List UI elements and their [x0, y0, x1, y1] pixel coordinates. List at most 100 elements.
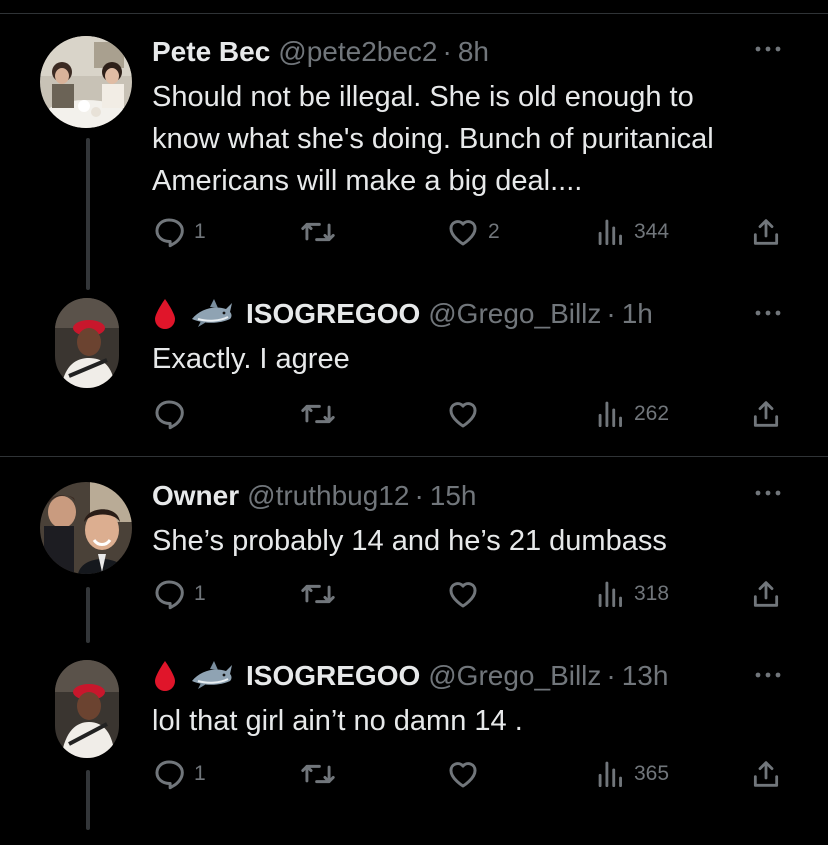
tweet-header: Owner @truthbug12 · 15h [152, 476, 477, 516]
views-icon [598, 761, 622, 788]
views-count: 318 [634, 582, 670, 605]
separator-dot: · [414, 480, 424, 511]
views-icon [598, 581, 622, 608]
timestamp[interactable]: 15h [430, 480, 477, 512]
tweet-actions: 1 2 344 [0, 212, 828, 252]
author-handle[interactable]: @Grego_Billz [428, 660, 601, 692]
avatar[interactable] [55, 298, 119, 388]
like-count: 2 [488, 220, 500, 243]
reply-icon [155, 580, 184, 610]
tweet-text: lol that girl ain’t no damn 14 . [152, 700, 523, 742]
share-icon [753, 581, 779, 607]
like-button[interactable] [446, 754, 488, 794]
reply-count: 1 [194, 762, 206, 785]
author-handle[interactable]: @truthbug12 [247, 480, 409, 512]
separator-dot: · [442, 36, 452, 67]
retweet-icon [301, 764, 335, 784]
like-button[interactable]: 2 [446, 212, 500, 252]
reply-icon [155, 218, 184, 248]
views-button[interactable]: 318 [596, 574, 669, 614]
heart-icon [449, 762, 477, 788]
timestamp[interactable]: 13h [622, 660, 669, 692]
more-options-icon[interactable] [752, 660, 784, 690]
tweet-owner[interactable]: Owner @truthbug12 · 15h She’s probably 1… [0, 476, 828, 626]
timestamp[interactable]: 1h [622, 298, 653, 330]
blood-drop-icon [152, 659, 178, 693]
share-button[interactable] [750, 394, 782, 434]
views-count: 344 [634, 220, 670, 243]
share-button[interactable] [750, 212, 782, 252]
tweet-header: ISOGREGOO @Grego_Billz · 1h [152, 294, 653, 334]
author-handle[interactable]: @pete2bec2 [278, 36, 437, 68]
reply-button[interactable] [152, 394, 194, 434]
share-icon [753, 401, 779, 427]
heart-icon [449, 220, 477, 246]
tweet-text: Exactly. I agree [152, 338, 350, 380]
views-icon [598, 401, 622, 428]
tweet-pete-bec[interactable]: Pete Bec @pete2bec2 · 8h Should not be i… [0, 32, 828, 262]
reply-icon [155, 760, 184, 790]
retweet-button[interactable] [300, 574, 344, 614]
views-count: 365 [634, 762, 670, 785]
reply-button[interactable]: 1 [152, 754, 206, 794]
share-button[interactable] [750, 754, 782, 794]
author-name[interactable]: ISOGREGOO [246, 298, 420, 330]
share-icon [753, 761, 779, 787]
tweet-text: She’s probably 14 and he’s 21 dumbass [152, 520, 667, 562]
like-button[interactable] [446, 394, 488, 434]
reply-button[interactable]: 1 [152, 574, 206, 614]
share-icon [753, 219, 779, 245]
retweet-button[interactable] [300, 212, 344, 252]
timestamp[interactable]: 8h [458, 36, 489, 68]
tweet-actions: 1 318 [0, 574, 828, 614]
views-button[interactable]: 344 [596, 212, 669, 252]
author-handle[interactable]: @Grego_Billz [428, 298, 601, 330]
heart-icon [449, 402, 477, 428]
more-options-icon[interactable] [752, 34, 784, 64]
top-divider [0, 13, 828, 14]
tweet-actions: 1 365 [0, 754, 828, 794]
tweet-header: ISOGREGOO @Grego_Billz · 13h [152, 656, 668, 696]
avatar[interactable] [55, 660, 119, 758]
retweet-icon [301, 222, 335, 242]
tweet-text-line: Should not be illegal. She is old enough… [152, 81, 694, 113]
avatar[interactable] [40, 36, 132, 128]
tweet-actions: 262 [0, 394, 828, 434]
separator-dot: · [606, 660, 616, 691]
author-name[interactable]: Owner [152, 480, 239, 512]
tweet-isogregoo-reply-1[interactable]: ISOGREGOO @Grego_Billz · 1h Exactly. I a… [0, 294, 828, 444]
share-button[interactable] [750, 574, 782, 614]
views-icon [598, 219, 622, 246]
views-button[interactable]: 365 [596, 754, 669, 794]
tweet-text-line: She’s probably 14 and he’s 21 dumbass [152, 525, 667, 557]
separator-dot: · [606, 298, 616, 329]
reply-count: 1 [194, 582, 206, 605]
shark-icon [190, 297, 234, 331]
tweet-text-line: Americans will make a big deal.... [152, 165, 583, 197]
tweet-text-line: know what she's doing. Bunch of puritani… [152, 123, 714, 155]
tweet-text-line: Exactly. I agree [152, 343, 350, 375]
views-count: 262 [634, 402, 670, 425]
more-options-icon[interactable] [752, 298, 784, 328]
like-button[interactable] [446, 574, 488, 614]
heart-icon [449, 582, 477, 608]
retweet-button[interactable] [300, 394, 344, 434]
tweet-text-line: lol that girl ain’t no damn 14 . [152, 705, 523, 737]
tweet-text: Should not be illegal. She is old enough… [152, 76, 714, 202]
retweet-button[interactable] [300, 754, 344, 794]
author-name[interactable]: Pete Bec [152, 36, 270, 68]
thread-divider [0, 456, 828, 457]
reply-icon [155, 400, 184, 430]
retweet-icon [301, 584, 335, 604]
author-name[interactable]: ISOGREGOO [246, 660, 420, 692]
tweet-isogregoo-reply-2[interactable]: ISOGREGOO @Grego_Billz · 13h lol that gi… [0, 656, 828, 806]
blood-drop-icon [152, 297, 178, 331]
avatar[interactable] [40, 482, 132, 574]
views-button[interactable]: 262 [596, 394, 669, 434]
reply-button[interactable]: 1 [152, 212, 206, 252]
reply-count: 1 [194, 220, 206, 243]
tweet-header: Pete Bec @pete2bec2 · 8h [152, 32, 489, 72]
retweet-icon [301, 404, 335, 424]
more-options-icon[interactable] [752, 478, 784, 508]
shark-icon [190, 659, 234, 693]
